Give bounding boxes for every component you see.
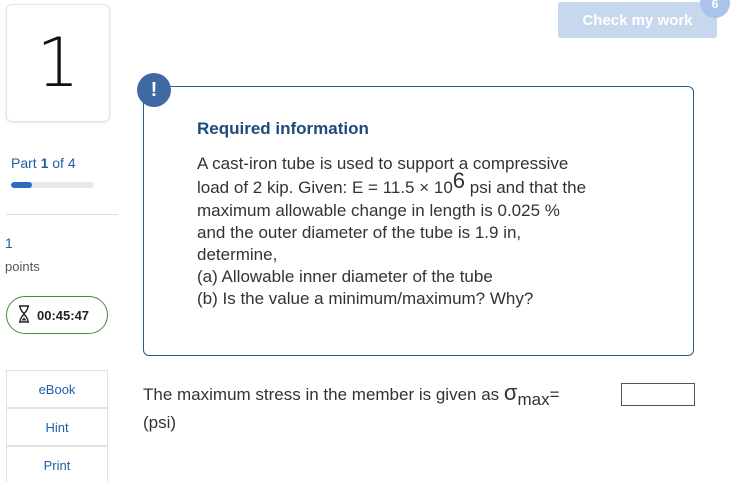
print-button[interactable]: Print <box>6 446 108 482</box>
equals-sign: = <box>549 385 560 404</box>
prompt-text: The maximum stress in the member is give… <box>143 385 504 404</box>
info-line-part: load of 2 kip. Given: E = 11.5 × 10 <box>197 178 453 197</box>
alert-icon: ! <box>137 73 171 107</box>
info-text: A cast-iron tube is used to support a co… <box>197 152 667 310</box>
sidebar-divider <box>6 214 118 215</box>
question-number-card: 1 <box>6 4 110 122</box>
part-label: Part <box>11 155 37 171</box>
question-number: 1 <box>36 23 80 103</box>
check-my-work-button[interactable]: Check my work <box>558 2 717 38</box>
ebook-button[interactable]: eBook <box>6 370 108 408</box>
info-line: load of 2 kip. Given: E = 11.5 × 106 psi… <box>197 170 667 200</box>
print-label: Print <box>43 457 71 473</box>
info-line-part: psi and that the <box>465 178 587 197</box>
max-stress-input[interactable] <box>621 383 695 406</box>
sigma-subscript: max <box>517 390 550 409</box>
points-label: points <box>5 259 40 274</box>
hint-button[interactable]: Hint <box>6 408 108 446</box>
hint-label: Hint <box>45 419 69 435</box>
unit-label: (psi) <box>143 413 177 432</box>
points-value: 1 <box>5 235 13 251</box>
part-progress-fill <box>11 182 32 188</box>
check-my-work-label: Check my work <box>582 11 693 29</box>
exponent: 6 <box>452 168 466 193</box>
info-line: determine, <box>197 245 278 264</box>
alert-symbol: ! <box>150 78 158 101</box>
info-line: and the outer diameter of the tube is 1.… <box>197 223 522 242</box>
check-count: 6 <box>711 0 719 11</box>
sigma-symbol: σ <box>503 380 518 405</box>
ebook-label: eBook <box>38 381 76 397</box>
timer: 00:45:47 <box>6 296 108 334</box>
info-line: (b) Is the value a minimum/maximum? Why? <box>197 289 534 308</box>
hourglass-icon <box>17 304 31 326</box>
info-title: Required information <box>197 119 369 138</box>
part-current: 1 <box>40 155 49 171</box>
question-prompt: The maximum stress in the member is give… <box>143 380 560 409</box>
part-progress-bar <box>11 182 94 188</box>
info-line: (a) Allowable inner diameter of the tube <box>197 267 493 286</box>
part-total: of 4 <box>52 155 76 171</box>
part-indicator: Part 1 of 4 <box>11 155 76 171</box>
info-line: maximum allowable change in length is 0.… <box>197 201 560 220</box>
timer-value: 00:45:47 <box>37 307 90 323</box>
info-line: A cast-iron tube is used to support a co… <box>197 154 569 173</box>
